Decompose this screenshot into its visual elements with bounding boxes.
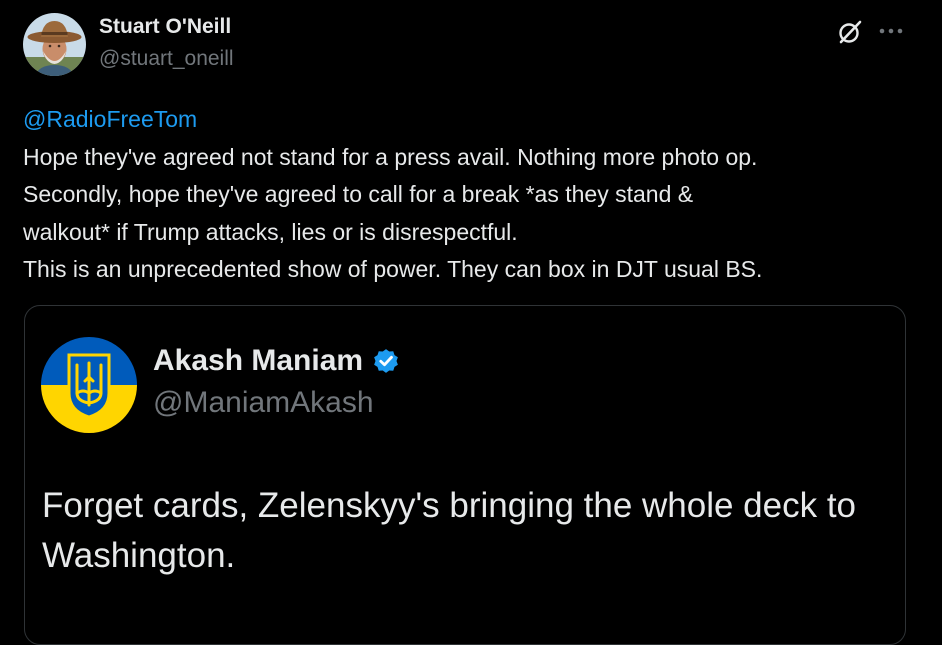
- quoted-author-name[interactable]: Akash Maniam: [153, 344, 363, 378]
- quoted-post-card[interactable]: Akash Maniam @ManiamAkash Forget cards, …: [24, 305, 906, 645]
- author-name[interactable]: Stuart O'Neill: [99, 15, 231, 39]
- more-horizontal-icon[interactable]: [878, 21, 904, 41]
- post-text-line: Secondly, hope they've agreed to call fo…: [23, 181, 694, 207]
- quoted-author-name-row: Akash Maniam: [153, 344, 401, 378]
- author-handle[interactable]: @stuart_oneill: [99, 47, 234, 71]
- verified-badge-icon: [374, 349, 398, 373]
- cowboy-hat-man-avatar-icon: [23, 13, 86, 76]
- mention-link[interactable]: @RadioFreeTom: [23, 101, 928, 139]
- post-text: @RadioFreeTom Hope they've agreed not st…: [23, 101, 928, 289]
- author-avatar[interactable]: [23, 13, 86, 76]
- quoted-author-avatar[interactable]: [41, 337, 137, 433]
- post-text-line: This is an unprecedented show of power. …: [23, 256, 763, 282]
- quoted-author-handle[interactable]: @ManiamAkash: [153, 386, 374, 420]
- ukraine-coat-of-arms-avatar-icon: [41, 337, 137, 433]
- post-text-line: walkout* if Trump attacks, lies or is di…: [23, 218, 518, 245]
- grok-icon[interactable]: [836, 18, 864, 46]
- quoted-post-text: Forget cards, Zelenskyy's bringing the w…: [42, 486, 857, 575]
- post-text-line: Hope they've agreed not stand for a pres…: [23, 143, 758, 170]
